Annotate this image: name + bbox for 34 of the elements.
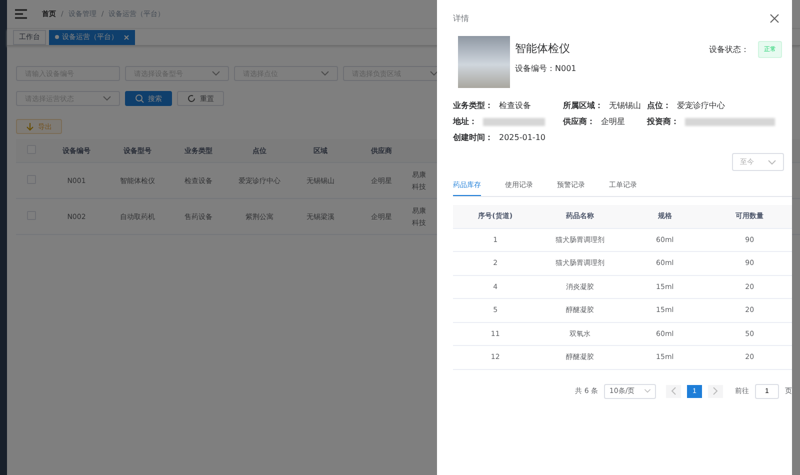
info-label: 投资商： [647,116,679,127]
chevron-down-icon [321,71,329,76]
info-label: 点位： [647,100,671,111]
download-arrow-icon [26,122,34,130]
device-name: 智能体检仪 [515,41,571,56]
info-label: 创建时间： [453,132,493,143]
info-value: 2025-01-10 [499,133,546,142]
drawer-title: 详情 [453,12,469,24]
next-page-button[interactable] [708,384,723,398]
status-label: 设备状态： [709,44,749,55]
previous-page-button[interactable] [666,384,681,398]
info-label: 业务类型： [453,100,493,111]
info-label: 所属区域： [563,100,603,111]
chevron-left-icon [671,387,676,395]
redacted-value [483,118,545,126]
info-value: 无锡锡山 [609,100,641,111]
info-value: 检查设备 [499,100,531,111]
info-value: 爱宠诊疗中心 [677,100,725,111]
info-value: 企明星 [601,116,625,127]
chevron-down-icon [430,71,438,76]
chevron-down-icon [212,71,220,76]
menu-icon[interactable] [15,9,27,19]
chevron-right-icon [713,387,718,395]
search-icon [135,94,144,103]
refresh-icon [187,94,196,103]
chevron-down-icon [644,389,651,393]
device-code-label: 设备编号： [515,64,555,73]
close-icon[interactable] [770,14,779,22]
chevron-down-icon [103,96,111,101]
photo-placeholder [458,36,510,88]
info-label: 供应商： [563,116,595,127]
info-label: 地址： [453,116,477,127]
chevron-down-icon [768,160,776,164]
device-code: N001 [555,64,576,73]
